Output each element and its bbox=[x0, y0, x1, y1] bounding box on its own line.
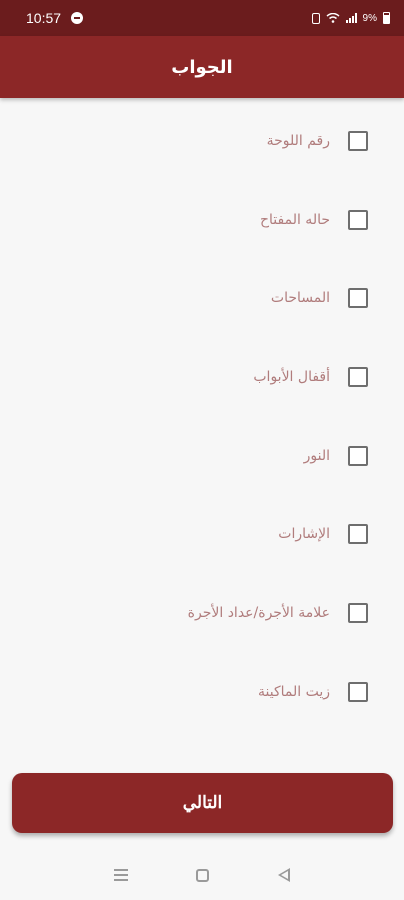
option-row[interactable]: حاله المفتاح bbox=[0, 200, 404, 240]
option-row[interactable]: أقفال الأبواب bbox=[0, 357, 404, 397]
option-checkbox[interactable] bbox=[348, 603, 368, 623]
option-label: علامة الأجرة/عداد الأجرة bbox=[187, 605, 330, 621]
option-row[interactable]: علامة الأجرة/عداد الأجرة bbox=[0, 593, 404, 633]
option-label: المساحات bbox=[270, 290, 330, 306]
option-checkbox[interactable] bbox=[348, 210, 368, 230]
next-button[interactable]: التالي bbox=[12, 773, 393, 833]
option-row[interactable]: زيت الماكينة bbox=[0, 672, 404, 712]
messenger-icon bbox=[71, 12, 84, 24]
battery-icon bbox=[383, 12, 390, 24]
system-nav-bar bbox=[0, 850, 404, 900]
battery-percent: 9% bbox=[362, 12, 377, 24]
option-row[interactable]: الإشارات bbox=[0, 514, 404, 554]
recent-apps-icon[interactable] bbox=[114, 869, 129, 881]
option-label: الإشارات bbox=[278, 526, 330, 542]
back-icon[interactable] bbox=[277, 868, 290, 882]
option-label: زيت الماكينة bbox=[258, 684, 330, 700]
option-label: أقفال الأبواب bbox=[253, 369, 330, 385]
option-checkbox[interactable] bbox=[348, 131, 368, 151]
status-left: 10:57 bbox=[26, 10, 84, 26]
option-checkbox[interactable] bbox=[348, 288, 368, 308]
option-row[interactable]: رقم اللوحة bbox=[0, 121, 404, 161]
option-row[interactable]: المساحات bbox=[0, 278, 404, 318]
home-icon[interactable] bbox=[196, 868, 210, 882]
option-checkbox[interactable] bbox=[348, 446, 368, 466]
option-checkbox[interactable] bbox=[348, 524, 368, 544]
status-time: 10:57 bbox=[26, 10, 62, 26]
status-right: 9% bbox=[311, 12, 390, 24]
option-label: رقم اللوحة bbox=[266, 133, 330, 149]
option-row[interactable]: النور bbox=[0, 436, 404, 476]
wifi-icon bbox=[326, 13, 340, 23]
option-checkbox[interactable] bbox=[348, 682, 368, 702]
vibrate-icon bbox=[311, 12, 320, 24]
option-label: النور bbox=[303, 448, 330, 464]
page-title: الجواب bbox=[171, 56, 233, 78]
option-label: حاله المفتاح bbox=[260, 212, 330, 228]
app-bar: الجواب bbox=[0, 36, 404, 98]
status-bar: 10:57 9% bbox=[0, 0, 404, 36]
option-checkbox[interactable] bbox=[348, 367, 368, 387]
signal-icon bbox=[345, 13, 357, 23]
